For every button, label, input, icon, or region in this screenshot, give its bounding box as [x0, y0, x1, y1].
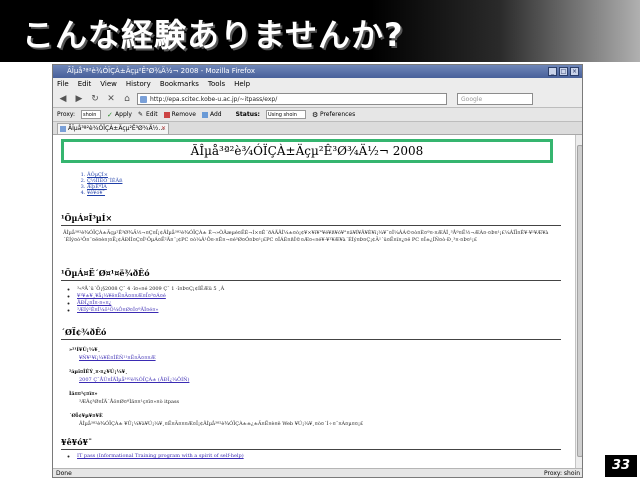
preferences-button[interactable]: ⚙ Preferences	[312, 111, 355, 118]
proxy-toolbar: Proxy: shoin ✓ Apply ✎ Edit Remove Add Sta…	[53, 108, 582, 122]
window-title: ÃÎµå³ª²è¾ÓÏÇÀ±Äçµ²Ê³Ø¾Ä½¬ 2008 - Mozilla…	[67, 67, 255, 75]
tab-close-icon[interactable]: ✕	[161, 124, 166, 134]
divider	[61, 449, 561, 450]
menu-file[interactable]: File	[57, 78, 69, 90]
close-icon[interactable]: ×	[570, 67, 579, 76]
edit-button[interactable]: ✎ Edit	[138, 111, 158, 118]
minimize-icon[interactable]: _	[548, 67, 557, 76]
tab-bar: ÃÎµå³ª²è¾ÓÏÇÀ±Äçµ²Ê³Ø¾Ä½... ✕	[53, 122, 582, 135]
tab-favicon-icon	[60, 126, 66, 132]
status-select[interactable]: Using shoin	[265, 110, 306, 119]
section-heading: ¥ê¥ó¥¯	[61, 437, 93, 447]
table-of-contents: ÃÕµÇÍ× Ç½ÎÏÈÒ¨ÎÊÃß ÆþÊªÎÁ ¥ê¥ó¥¯	[81, 172, 122, 196]
archive-link[interactable]: 2007 Ç¯ÅÙ¤ÎÃÎµå³ª²è¾ÓÏÇÀ± (ÅÐÏ¿¼ÔÍÑ)	[79, 377, 189, 383]
back-icon[interactable]: ◀	[57, 93, 69, 105]
menu-bar: File Edit View History Bookmarks Tools H…	[53, 78, 582, 90]
preferences-label: Preferences	[319, 111, 356, 118]
divider	[61, 280, 561, 281]
section-heading: ´ØÏ¢¾ðÊó	[61, 327, 107, 337]
list-item: IT pass (Informational Training program …	[77, 453, 244, 460]
stop-icon[interactable]: ✕	[105, 93, 117, 105]
search-placeholder: Google	[461, 95, 483, 103]
window-controls: _ □ ×	[548, 67, 579, 76]
schedule-link[interactable]: ¥¹¥±¥¸¥å¡¼¥ë¤Ë¤Ä¤¤¤Æ¤Ï¤³¤Á¤é	[77, 293, 166, 299]
subsection-heading: »²¹Í¥Ú¡¼¥¸	[69, 347, 101, 353]
slide-page-number: 33	[605, 455, 637, 477]
forward-icon[interactable]: ▶	[73, 93, 85, 105]
menu-edit[interactable]: Edit	[78, 78, 92, 90]
menu-help[interactable]: Help	[234, 78, 250, 90]
itpass-link[interactable]: IT pass (Informational Training program …	[77, 453, 244, 459]
remove-label: Remove	[171, 111, 196, 118]
subsection-heading: Ìä¤¤¹ç¤ï¤»	[69, 391, 98, 397]
home-icon[interactable]: ⌂	[121, 93, 133, 105]
tab-title: ÃÎµå³ª²è¾ÓÏÇÀ±Äçµ²Ê³Ø¾Ä½...	[68, 125, 165, 132]
link-list: IT pass (Informational Training program …	[73, 453, 244, 460]
favicon-icon	[140, 95, 147, 103]
navigation-bar: ◀ ▶ ↻ ✕ ⌂ http://epa.scitec.kobe-u.ac.jp…	[53, 90, 582, 108]
page-content: ÃÎµå³ª²è¾ÓÏÇÀ±Äçµ²Ê³Ø¾Ä½¬ 2008 ÃÕµÇÍ× Ç½…	[53, 135, 575, 468]
status-bar: Done Proxy: shoin	[53, 468, 582, 477]
list-item: ³«ºÅ´ü´Ö¡§2008 Ç¯ 4 ·î¤«¤é 2009 Ç¯ 1 ·î¤…	[77, 286, 224, 293]
divider	[61, 339, 561, 340]
section-heading: ¹ÕµÁ¤Î³µÍ×	[61, 213, 113, 223]
scrollbar-thumb[interactable]	[577, 145, 582, 457]
list-item: ÅÐÏ¿¤Î¤·¤«¤¿	[77, 300, 224, 307]
search-input[interactable]: Google	[457, 92, 533, 105]
check-icon: ✓	[107, 110, 113, 119]
remove-button[interactable]: Remove	[163, 111, 196, 118]
vertical-scrollbar[interactable]	[575, 135, 582, 468]
toc-item[interactable]: ¥ê¥ó¥¯	[87, 190, 122, 196]
status-text: Done	[56, 470, 72, 477]
tab-itpass[interactable]: ÃÎµå³ª²è¾ÓÏÇÀ±Äçµ²Ê³Ø¾Ä½... ✕	[57, 123, 169, 134]
info-list: ³«ºÅ´ü´Ö¡§2008 Ç¯ 4 ·î¤«¤é 2009 Ç¯ 1 ·î¤…	[73, 286, 224, 314]
menu-bookmarks[interactable]: Bookmarks	[160, 78, 199, 90]
slide-title: こんな経験ありませんか?	[22, 16, 404, 54]
add-icon	[201, 111, 208, 118]
window-titlebar[interactable]: ÃÎµå³ª²è¾ÓÏÇÀ±Äçµ²Ê³Ø¾Ä½¬ 2008 - Mozilla…	[53, 65, 582, 78]
add-label: Add	[209, 111, 222, 118]
remove-icon	[163, 111, 170, 118]
section-heading: ¹ÕµÁ¤Ë´Ø¤¹¤ë¾ðÊó	[61, 268, 150, 278]
reference-link[interactable]: ¥Ñ¥¹¥ï¡¼¥É¤ÎÊÑ¹¹¤Ë¤Ä¤¤¤Æ	[79, 355, 156, 361]
registration-link[interactable]: ÅÐÏ¿¤Î¤·¤«¤¿	[77, 300, 111, 306]
pencil-icon: ✎	[137, 110, 144, 118]
list-item: ¥¹¥±¥¸¥å¡¼¥ë¤Ë¤Ä¤¤¤Æ¤Ï¤³¤Á¤é	[77, 293, 224, 300]
list-item: ³ÆÍý²Ê¤Î¼õ¹Ö¼Ô¤Ø¤Î¤ªÃÎ¤é¤»	[77, 307, 224, 314]
gear-icon: ⚙	[311, 110, 319, 119]
subsection-heading: ²áµî¤ÎÊÝ¸¤·¤¿¥Ú¡¼¥¸	[69, 369, 128, 375]
apply-label: Apply	[115, 111, 132, 118]
notice-link[interactable]: ³ÆÍý²Ê¤Î¼õ¹Ö¼Ô¤Ø¤Î¤ªÃÎ¤é¤»	[77, 307, 158, 313]
add-button[interactable]: Add	[201, 111, 222, 118]
slide-header: こんな経験ありませんか?	[0, 0, 640, 62]
section-text: ÃÎµå³ª²è¾ÓÏÇÀ±Äçµ²Ê³Ø¾Ä½¬¤Ç¤Ï¡¢ÃÎµå³ª²è¾…	[63, 230, 549, 243]
subsection-heading: ´ØÏ¢¥µ¥¤¥È	[69, 413, 103, 419]
proxy-label: Proxy:	[57, 111, 76, 118]
contact-text: ³ÆÂç³Ø¤ÎÃ´Åö¤Ø¤ªÌä¤¤¹ç¤ï¤»¤ò itpass	[79, 399, 180, 405]
url-bar[interactable]: http://epa.scitec.kobe-u.ac.jp/~itpass/e…	[137, 92, 447, 105]
maximize-icon[interactable]: □	[559, 67, 568, 76]
apply-button[interactable]: ✓ Apply	[107, 111, 132, 118]
proxy-select[interactable]: shoin	[81, 110, 102, 119]
menu-history[interactable]: History	[126, 78, 151, 90]
related-site-text: ÃÎµå³ª²è¾ÓÏÇÀ± ¥Û¡¼¥à¥Ú¡¼¥¸¤Ë¤Ä¤¤¤Æ¤Ï¡¢Ã…	[79, 421, 364, 427]
browser-window: ÃÎµå³ª²è¾ÓÏÇÀ±Äçµ²Ê³Ø¾Ä½¬ 2008 - Mozilla…	[52, 64, 583, 478]
divider	[61, 225, 561, 226]
url-text: http://epa.scitec.kobe-u.ac.jp/~itpass/e…	[150, 95, 278, 103]
menu-view[interactable]: View	[100, 78, 117, 90]
status-label: Status:	[235, 111, 260, 118]
proxy-status: Proxy: shoin	[544, 470, 580, 477]
reload-icon[interactable]: ↻	[89, 93, 101, 105]
page-banner: ÃÎµå³ª²è¾ÓÏÇÀ±Äçµ²Ê³Ø¾Ä½¬ 2008	[61, 139, 553, 163]
menu-tools[interactable]: Tools	[208, 78, 225, 90]
edit-label: Edit	[145, 111, 158, 118]
